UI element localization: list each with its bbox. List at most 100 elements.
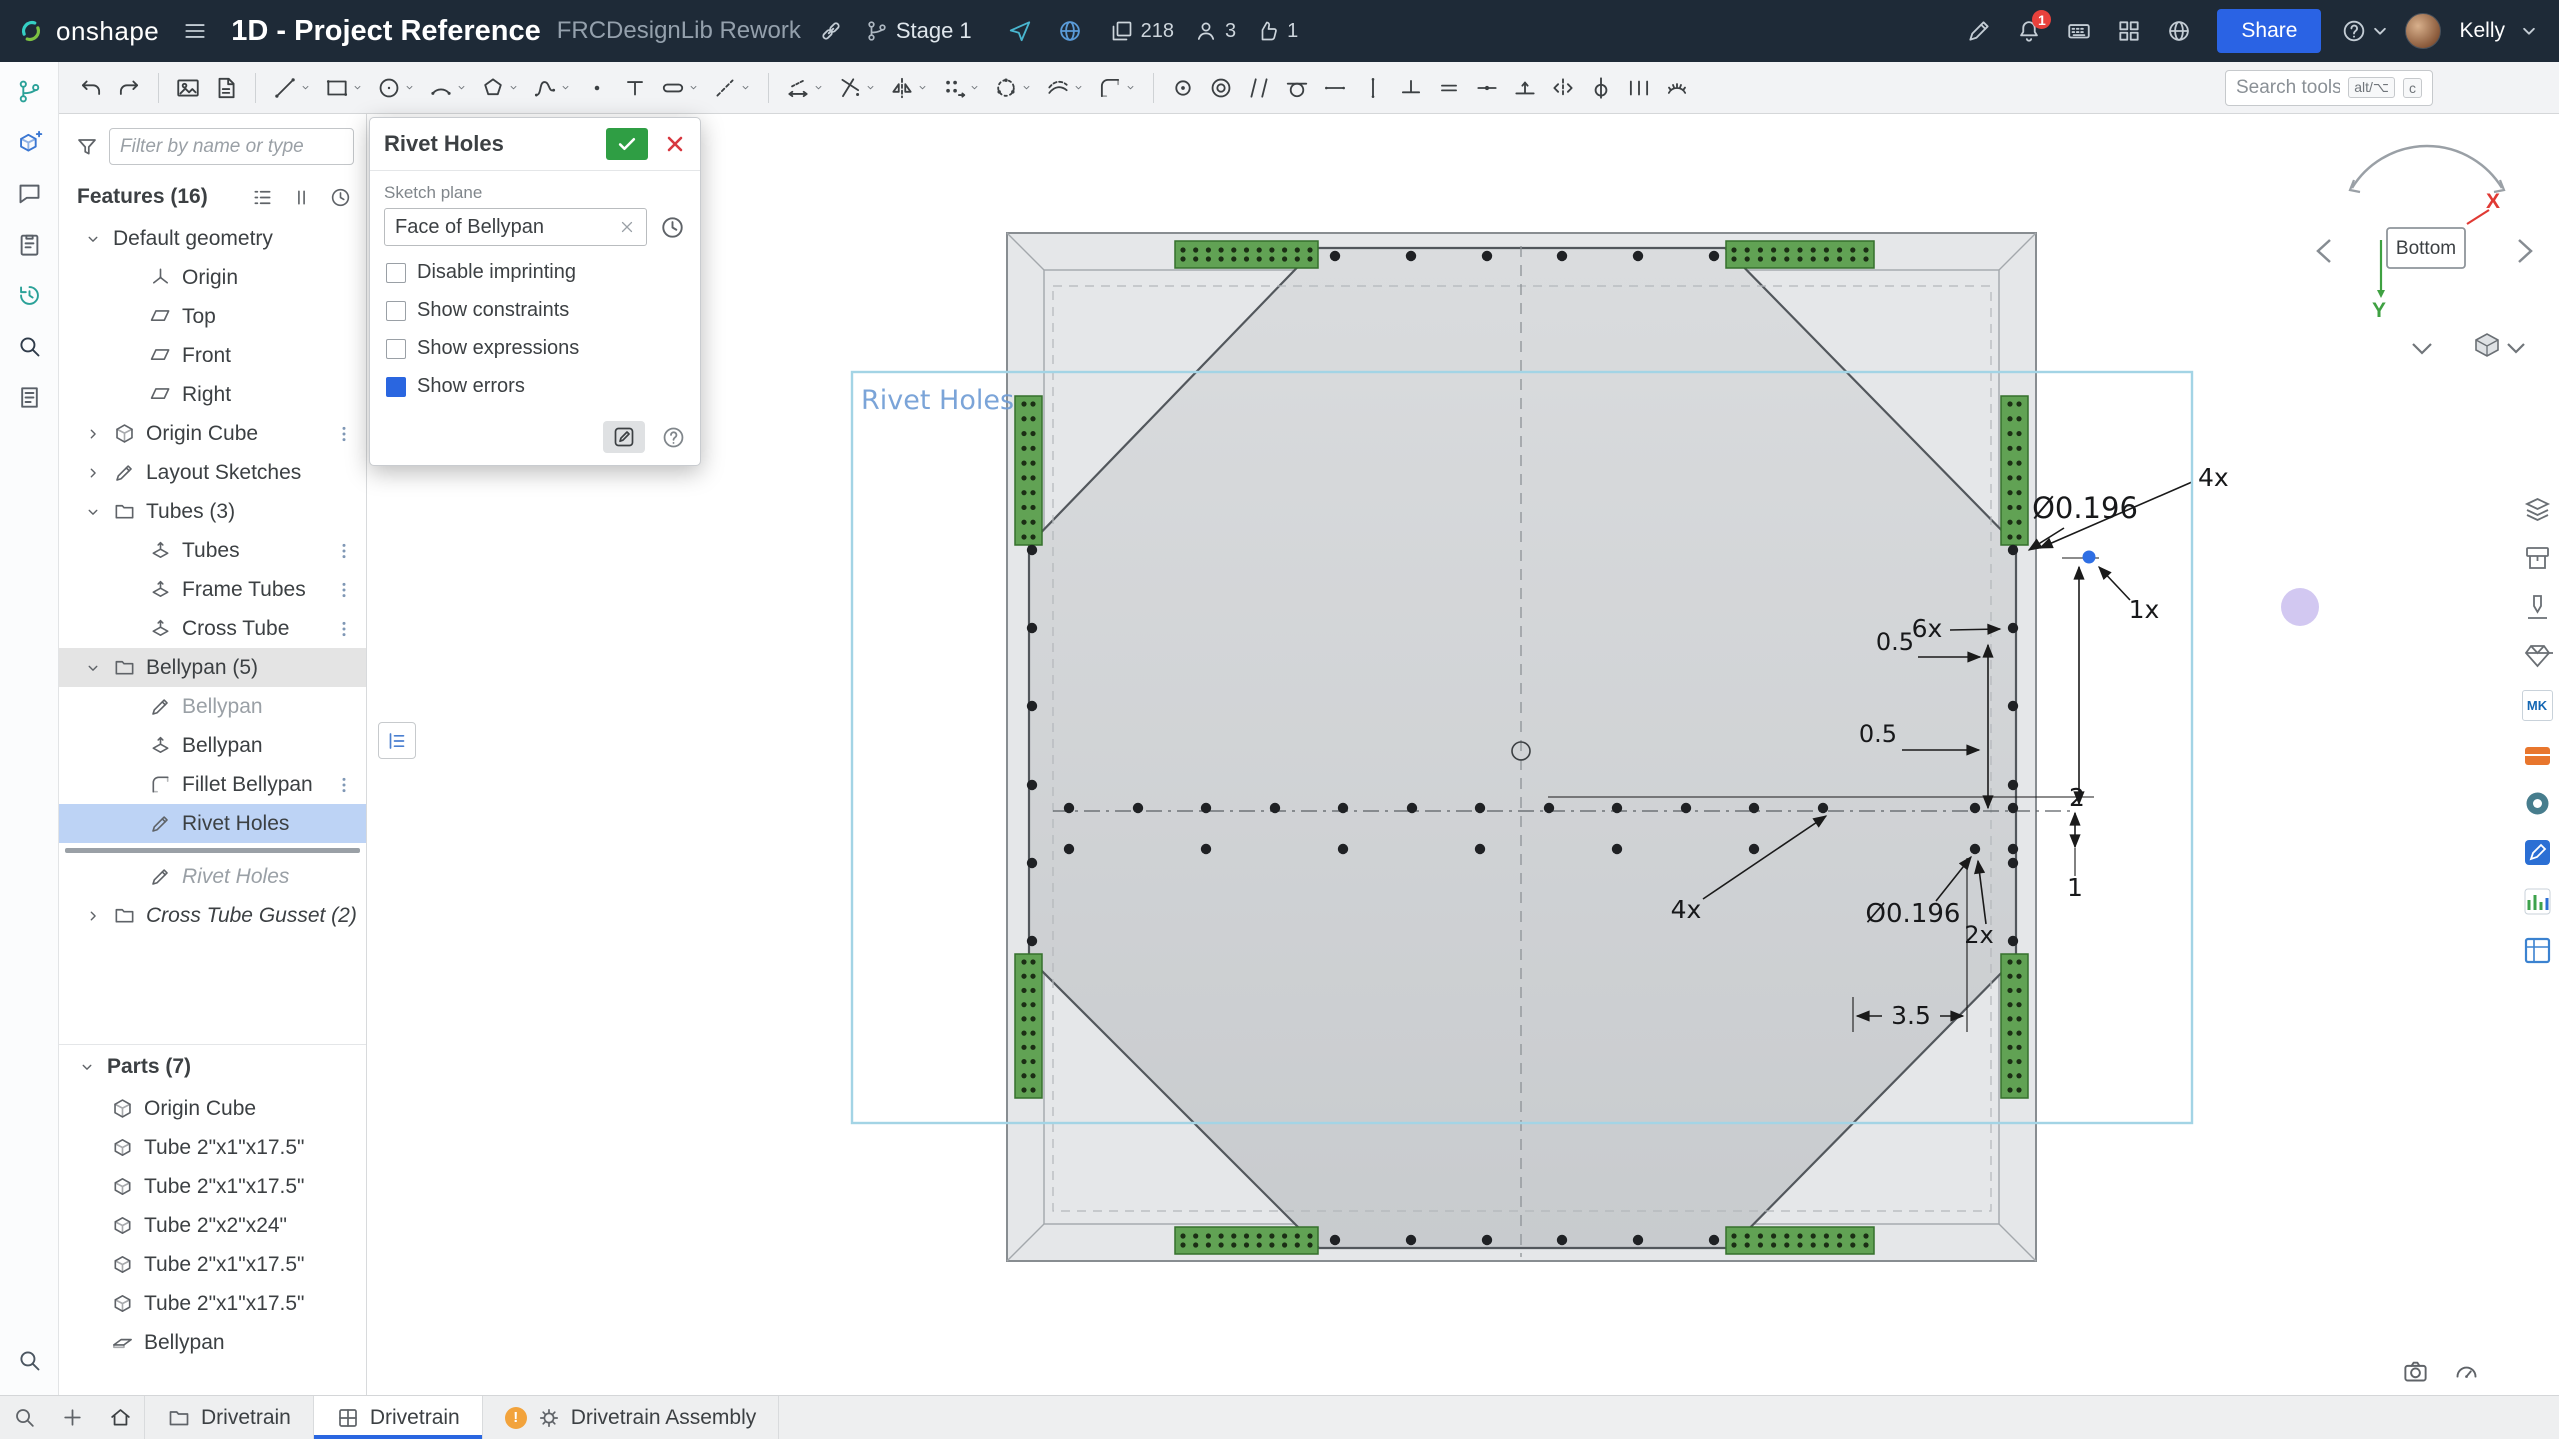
main-menu-button[interactable] — [175, 11, 215, 51]
bellypan-plate[interactable] — [1029, 248, 2016, 1248]
mk-app-icon[interactable]: MK — [2522, 690, 2553, 721]
feature-row[interactable]: Rivet Holes — [59, 857, 366, 896]
workspace-selector[interactable]: Stage 1 — [865, 18, 972, 44]
markup-button[interactable] — [9, 224, 49, 264]
likes-count[interactable]: 1 — [1256, 19, 1298, 43]
suppress-icon[interactable] — [290, 186, 313, 209]
cancel-button[interactable] — [660, 129, 690, 159]
checkbox-show-expressions[interactable]: Show expressions — [386, 337, 684, 360]
part-row[interactable]: Tube 2"x2"x24" — [59, 1206, 366, 1245]
sketch-point[interactable] — [1201, 803, 1211, 813]
user-menu-button[interactable] — [2515, 11, 2543, 51]
printer-app-icon[interactable] — [2522, 543, 2553, 574]
sketch-point[interactable] — [1201, 844, 1211, 854]
sketch-point[interactable] — [1612, 803, 1622, 813]
dimension-label[interactable]: 0.5 — [1876, 628, 1914, 656]
sketch-point[interactable] — [1612, 844, 1622, 854]
rotate-right-arrow[interactable] — [2519, 240, 2531, 262]
fillet-tool-button[interactable] — [1092, 68, 1142, 108]
trim-tool-button[interactable] — [832, 68, 882, 108]
sketch-point[interactable] — [1633, 251, 1643, 261]
gear-app-icon[interactable] — [2522, 788, 2553, 819]
featurescript-button[interactable] — [1959, 11, 1999, 51]
user-avatar[interactable] — [2405, 13, 2441, 49]
circle-tool-button[interactable] — [371, 68, 421, 108]
sketch-list-toggle[interactable] — [378, 722, 416, 759]
sketch-point[interactable] — [1557, 1235, 1567, 1245]
selected-sketch-point[interactable] — [2083, 551, 2096, 564]
history-button[interactable] — [9, 275, 49, 315]
part-row[interactable]: Origin Cube — [59, 1089, 366, 1128]
dimension-tool-button[interactable] — [780, 68, 830, 108]
sketch-point[interactable] — [1330, 1235, 1340, 1245]
checkbox-show-constraints[interactable]: Show constraints — [386, 299, 684, 322]
rect-tool-button[interactable] — [319, 68, 369, 108]
feature-row[interactable]: Tubes (3) — [59, 492, 366, 531]
sketch-point[interactable] — [1709, 251, 1719, 261]
feature-row[interactable]: Top — [59, 297, 366, 336]
concentric-tool-button[interactable] — [1203, 68, 1239, 108]
panel-splitter[interactable] — [59, 935, 366, 1045]
dimension-label[interactable]: Ø0.196 — [1866, 899, 1961, 929]
copy-link-button[interactable] — [811, 11, 851, 51]
feature-row[interactable]: Bellypan — [59, 726, 366, 765]
clear-selection-button[interactable] — [618, 218, 636, 236]
language-button[interactable] — [2159, 11, 2199, 51]
chart-app-icon[interactable] — [2522, 886, 2553, 917]
layers-app-icon[interactable] — [2522, 494, 2553, 525]
feature-row[interactable]: Default geometry — [59, 219, 366, 258]
tab-drivetrain-assembly[interactable]: !Drivetrain Assembly — [483, 1396, 780, 1439]
feature-options[interactable] — [334, 619, 354, 639]
sketch-point[interactable] — [1027, 623, 1037, 633]
rotate-left-arrow[interactable] — [2318, 240, 2330, 262]
undo-tool-button[interactable] — [73, 68, 109, 108]
sketch-point[interactable] — [1475, 803, 1485, 813]
feature-row[interactable]: Front — [59, 336, 366, 375]
sketch-point[interactable] — [1749, 844, 1759, 854]
dialog-help-button[interactable] — [661, 425, 686, 450]
dimension-label[interactable]: 4x — [2198, 463, 2229, 492]
dimension-label[interactable]: 2 — [2069, 783, 2085, 812]
dialog-header[interactable]: Rivet Holes — [370, 118, 700, 171]
part-row[interactable]: Bellypan — [59, 1323, 366, 1362]
sketch-point[interactable] — [1482, 251, 1492, 261]
sketch-point[interactable] — [1633, 1235, 1643, 1245]
checkbox-disable-imprinting[interactable]: Disable imprinting — [386, 261, 684, 284]
part-row[interactable]: Tube 2"x1"x17.5" — [59, 1245, 366, 1284]
dimension-label[interactable]: 3.5 — [1891, 1001, 1931, 1030]
comb-tool-button[interactable] — [1659, 68, 1695, 108]
sketch-point[interactable] — [1749, 803, 1759, 813]
sketch-point[interactable] — [1406, 1235, 1416, 1245]
sketch-point[interactable] — [1338, 803, 1348, 813]
symmetric-tool-button[interactable] — [1545, 68, 1581, 108]
point-tool-button[interactable] — [579, 68, 615, 108]
followers-count[interactable]: 3 — [1194, 19, 1236, 43]
normal-tool-button[interactable] — [1507, 68, 1543, 108]
cam-app-icon[interactable] — [2522, 592, 2553, 623]
feature-row[interactable]: Frame Tubes — [59, 570, 366, 609]
feature-filter-input[interactable] — [109, 128, 354, 165]
feature-row[interactable]: Rivet Holes — [59, 804, 366, 843]
perp-tool-button[interactable] — [1393, 68, 1429, 108]
home-button[interactable] — [96, 1396, 144, 1439]
draw-app-icon[interactable] — [2522, 837, 2553, 868]
dimension-label[interactable]: 1x — [2129, 595, 2160, 624]
cpattern-tool-button[interactable] — [988, 68, 1038, 108]
sketch-point[interactable] — [1482, 1235, 1492, 1245]
notifications-button[interactable]: 1 — [2009, 11, 2049, 51]
text-tool-button[interactable] — [617, 68, 653, 108]
pierce-tool-button[interactable] — [1583, 68, 1619, 108]
part-row[interactable]: Tube 2"x1"x17.5" — [59, 1167, 366, 1206]
frame-app-icon[interactable] — [2522, 935, 2553, 966]
parallel-tool-button[interactable] — [1241, 68, 1277, 108]
dimension-label[interactable]: 4x — [1671, 895, 1702, 924]
sketch-point[interactable] — [1970, 803, 1980, 813]
sketch-point[interactable] — [1027, 701, 1037, 711]
espace-tool-button[interactable] — [1621, 68, 1657, 108]
search-tabs-button[interactable] — [0, 1396, 48, 1439]
chevron-down-icon[interactable] — [77, 1057, 97, 1077]
sketch-point[interactable] — [2008, 858, 2018, 868]
toolbox-app-icon[interactable] — [2522, 739, 2553, 770]
sketch-point[interactable] — [1709, 1235, 1719, 1245]
dimension-label[interactable]: 0.5 — [1859, 720, 1897, 748]
